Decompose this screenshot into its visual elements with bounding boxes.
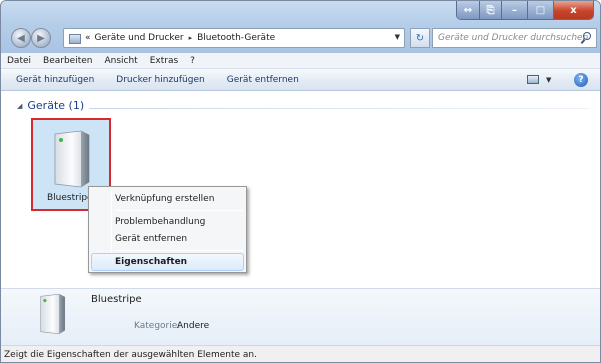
menu-item-remove-device[interactable]: Gerät entfernen <box>115 234 187 244</box>
menu-item-troubleshoot[interactable]: Problembehandlung <box>115 217 205 227</box>
window-controls: ↔ ⎘ – □ x <box>456 1 594 20</box>
menu-item-create-shortcut[interactable]: Verknüpfung erstellen <box>115 194 214 204</box>
dock-icon[interactable]: ⎘ <box>479 1 501 19</box>
change-view-icon[interactable] <box>527 75 539 84</box>
context-menu: Verknüpfung erstellen Problembehandlung … <box>88 186 247 273</box>
menu-bar: Datei Bearbeiten Ansicht Extras ? <box>1 53 600 69</box>
minimize-button[interactable]: – <box>501 1 527 19</box>
refresh-button[interactable]: ↻ <box>410 28 430 48</box>
search-input[interactable]: Geräte und Drucker durchsuchen <box>432 28 597 48</box>
context-menu-separator <box>115 210 243 211</box>
close-button[interactable]: x <box>553 1 593 19</box>
details-category-value: Andere <box>177 321 210 331</box>
add-printer-button[interactable]: Drucker hinzufügen <box>116 75 204 85</box>
view-dropdown-icon[interactable]: ▼ <box>546 76 551 84</box>
explorer-window: ↔ ⎘ – □ x ◀ ▶ « Geräte und Drucker ▸ Blu… <box>0 0 601 363</box>
maximize-button[interactable]: □ <box>527 1 553 19</box>
menu-help[interactable]: ? <box>190 56 195 66</box>
generic-device-icon <box>54 130 90 188</box>
help-icon[interactable]: ? <box>574 73 588 87</box>
breadcrumb-bluetooth-devices[interactable]: Bluetooth-Geräte <box>197 33 275 43</box>
details-device-name: Bluestripe <box>91 294 142 305</box>
collapse-triangle-icon[interactable]: ◢ <box>17 102 22 110</box>
status-text: Zeigt die Eigenschaften der ausgewählten… <box>4 350 257 360</box>
address-dropdown-icon[interactable]: ▼ <box>395 33 400 41</box>
menu-ansicht[interactable]: Ansicht <box>104 56 137 66</box>
back-button[interactable]: ◀ <box>11 28 31 48</box>
breadcrumb-overflow[interactable]: « <box>85 33 91 43</box>
add-device-button[interactable]: Gerät hinzufügen <box>16 75 94 85</box>
menu-extras[interactable]: Extras <box>150 56 178 66</box>
group-divider <box>89 108 589 109</box>
search-icon[interactable] <box>581 32 591 44</box>
breadcrumb-devices-printers[interactable]: Geräte und Drucker <box>95 33 184 43</box>
remove-device-button[interactable]: Gerät entfernen <box>227 75 299 85</box>
forward-button[interactable]: ▶ <box>31 28 51 48</box>
generic-device-icon <box>40 293 66 335</box>
group-label: Geräte (1) <box>27 99 85 112</box>
menu-item-properties[interactable]: Eigenschaften <box>115 257 187 267</box>
search-placeholder: Geräte und Drucker durchsuchen <box>438 33 589 43</box>
group-header[interactable]: ◢ Geräte (1) <box>17 99 84 112</box>
details-category-label: Kategorie: <box>134 321 181 331</box>
status-bar: Zeigt die Eigenschaften der ausgewählten… <box>1 345 600 362</box>
snap-icon[interactable]: ↔ <box>457 1 479 19</box>
menu-datei[interactable]: Datei <box>7 56 31 66</box>
menu-bearbeiten[interactable]: Bearbeiten <box>43 56 92 66</box>
control-panel-icon <box>68 32 82 44</box>
context-menu-separator <box>115 250 243 251</box>
command-bar: Gerät hinzufügen Drucker hinzufügen Gerä… <box>1 69 600 91</box>
breadcrumb-separator-icon[interactable]: ▸ <box>189 34 193 42</box>
address-bar[interactable]: « Geräte und Drucker ▸ Bluetooth-Geräte … <box>63 28 405 48</box>
